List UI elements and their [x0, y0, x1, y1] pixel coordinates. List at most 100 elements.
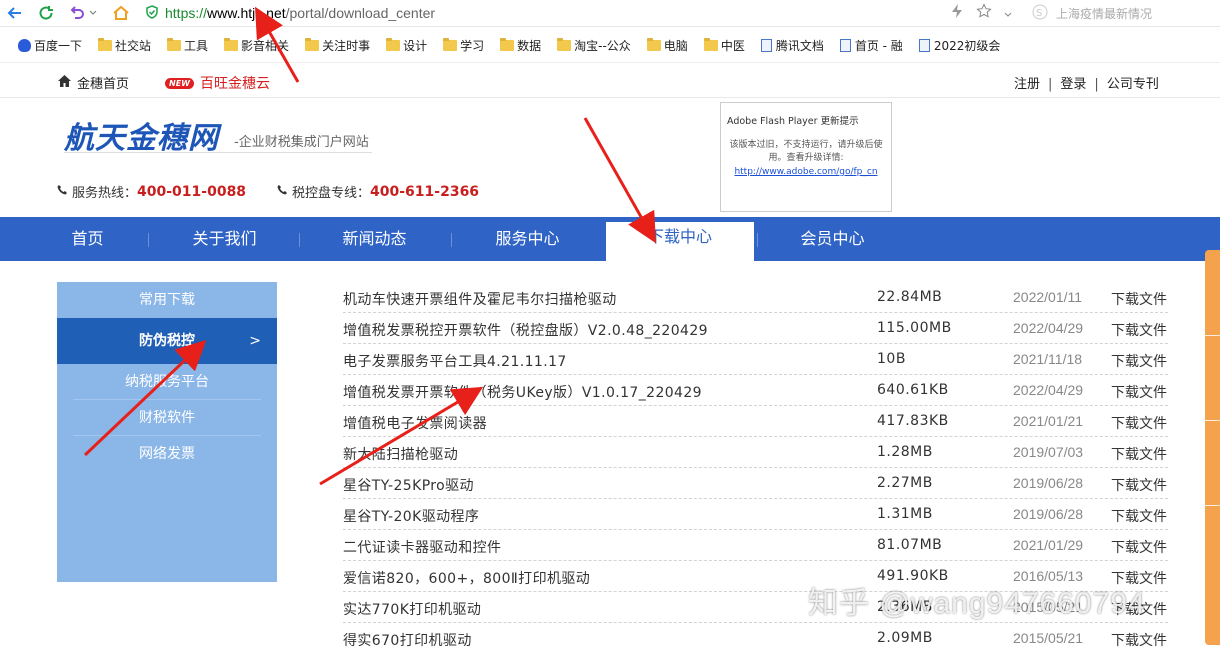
folder-icon [167, 37, 182, 51]
download-category-sidebar: 常用下载 防伪税控 > 纳税服务平台 财税软件 网络发票 [57, 282, 277, 582]
search-input[interactable]: S 上海疫情最新情况 [1032, 2, 1218, 24]
bookmark-item[interactable]: 腾讯文档 [760, 37, 824, 54]
browser-address-bar: https://www.htjs.net/portal/download_cen… [0, 0, 1220, 27]
nav-home[interactable]: 首页 [30, 217, 145, 261]
bookmark-item[interactable]: 关注时事 [305, 37, 370, 54]
file-name[interactable]: 星谷TY-20K驱动程序 [343, 506, 479, 526]
download-file-link[interactable]: 下载文件 [1111, 320, 1167, 340]
download-file-link[interactable]: 下载文件 [1111, 537, 1167, 557]
journal-link[interactable]: 公司专刊 [1107, 77, 1159, 92]
site-top-bar: 金穗首页 NEW 百旺金穗云 注册 | 登录 | 公司专刊 [0, 62, 1220, 98]
file-name[interactable]: 实达770K打印机驱动 [343, 599, 481, 619]
download-file-link[interactable]: 下载文件 [1111, 351, 1167, 371]
sidebar-item-tax-software[interactable]: 财税软件 [73, 400, 261, 436]
flash-link[interactable]: http://www.adobe.com/go/fp_cn [727, 167, 885, 177]
bookmark-item[interactable]: 百度一下 [18, 37, 82, 54]
star-icon[interactable] [976, 3, 992, 23]
bookmark-item[interactable]: 中医 [703, 37, 745, 54]
bookmark-item[interactable]: 淘宝--公众 [557, 37, 631, 54]
file-date: 2022/04/29 [1013, 320, 1084, 336]
lightning-icon[interactable] [950, 3, 964, 23]
home-icon[interactable] [110, 2, 132, 24]
download-row: 电子发票服务平台工具4.21.11.17 10B 2021/11/18 下载文件 [343, 344, 1168, 375]
file-name[interactable]: 增值税发票税控开票软件（税控盘版）V2.0.48_220429 [343, 320, 708, 340]
service-hotline: 服务热线： 400-011-0088 [57, 182, 246, 201]
star-dropdown-icon[interactable] [1004, 4, 1012, 23]
download-file-link[interactable]: 下载文件 [1111, 382, 1167, 402]
file-name[interactable]: 电子发票服务平台工具4.21.11.17 [343, 351, 567, 371]
bookmark-item[interactable]: 2022初级会 [918, 37, 1001, 54]
flash-update-notice: Adobe Flash Player 更新提示 该版本过旧，不支持运行，请升级后… [720, 102, 892, 212]
bookmark-item[interactable]: 学习 [443, 37, 484, 54]
nav-separator [148, 233, 149, 247]
bookmark-label: 数据 [517, 38, 542, 53]
download-file-link[interactable]: 下载文件 [1111, 413, 1167, 433]
bookmark-item[interactable]: 设计 [386, 37, 427, 54]
nav-separator [299, 233, 300, 247]
site-home-link[interactable]: 金穗首页 [58, 73, 129, 92]
sidebar-header[interactable]: 常用下载 [57, 282, 277, 318]
bookmark-item[interactable]: 社交站 [98, 37, 151, 54]
main-nav: 首页 关于我们 新闻动态 服务中心 下载中心 会员中心 [0, 217, 1220, 261]
folder-icon [500, 37, 515, 51]
url-protocol: https:// [165, 5, 208, 21]
undo-icon[interactable] [66, 2, 88, 24]
search-placeholder: 上海疫情最新情况 [1056, 6, 1153, 21]
nav-downloads[interactable]: 下载中心 [606, 222, 754, 261]
logo-divider [64, 152, 372, 153]
download-file-link[interactable]: 下载文件 [1111, 289, 1167, 309]
sidebar-item-anti-counterfeit[interactable]: 防伪税控 > [57, 318, 277, 364]
file-name[interactable]: 新大陆扫描枪驱动 [343, 444, 458, 464]
file-name[interactable]: 增值税电子发票阅读器 [343, 413, 487, 433]
download-row: 增值税电子发票阅读器 417.83KB 2021/01/21 下载文件 [343, 406, 1168, 437]
download-file-link[interactable]: 下载文件 [1111, 506, 1167, 526]
promo-link[interactable]: NEW 百旺金穗云 [165, 73, 270, 93]
nav-members[interactable]: 会员中心 [760, 217, 905, 261]
download-file-link[interactable]: 下载文件 [1111, 444, 1167, 464]
nav-news[interactable]: 新闻动态 [302, 217, 447, 261]
bookmark-item[interactable]: 工具 [167, 37, 208, 54]
bookmark-item[interactable]: 电脑 [646, 37, 688, 54]
bookmark-label: 百度一下 [34, 38, 83, 53]
sidebar-item-tax-service[interactable]: 纳税服务平台 [73, 364, 261, 400]
file-date: 2015/05/21 [1013, 630, 1084, 646]
link-separator: | [1048, 77, 1053, 92]
sidebar-active-label: 防伪税控 [139, 333, 195, 349]
zhihu-watermark: 知乎 @wang947660794 [808, 587, 1146, 620]
url-path: /portal/download_center [285, 5, 436, 21]
bookmark-item[interactable]: 首页 - 融 [839, 37, 903, 54]
undo-dropdown-icon[interactable] [88, 2, 98, 24]
download-row: 机动车快速开票组件及霍尼韦尔扫描枪驱动 22.84MB 2022/01/11 下载文件 [343, 282, 1168, 313]
floating-side-tab[interactable] [1205, 250, 1220, 645]
file-size: 1.28MB [877, 444, 933, 460]
sidebar-item-online-invoice[interactable]: 网络发票 [73, 436, 261, 472]
bookmark-item[interactable]: 数据 [500, 37, 541, 54]
download-file-link[interactable]: 下载文件 [1111, 630, 1167, 649]
file-name[interactable]: 机动车快速开票组件及霍尼韦尔扫描枪驱动 [343, 289, 617, 309]
tax-hotline-label: 税控盘专线： [292, 186, 371, 201]
nav-services[interactable]: 服务中心 [455, 217, 600, 261]
login-link[interactable]: 登录 [1060, 77, 1086, 92]
bookmark-item[interactable]: 影音相关 [224, 37, 289, 54]
nav-about[interactable]: 关于我们 [152, 217, 297, 261]
register-link[interactable]: 注册 [1014, 77, 1040, 92]
file-name[interactable]: 爱信诺820，600+，800Ⅱ打印机驱动 [343, 568, 590, 588]
download-file-link[interactable]: 下载文件 [1111, 475, 1167, 495]
download-row: 增值税发票开票软件（税务UKey版）V1.0.17_220429 640.61KB… [343, 375, 1168, 406]
site-logo[interactable]: 航天金穗网 [64, 113, 219, 157]
back-icon[interactable] [4, 2, 26, 24]
hotline-number: 400-011-0088 [137, 183, 247, 200]
file-name[interactable]: 得实670打印机驱动 [343, 630, 472, 649]
file-name[interactable]: 星谷TY-25KPro驱动 [343, 475, 474, 495]
refresh-icon[interactable] [35, 2, 57, 24]
file-name[interactable]: 二代证读卡器驱动和控件 [343, 537, 501, 557]
search-engine-icon: S [1032, 4, 1048, 23]
file-size: 2.09MB [877, 630, 933, 646]
side-tab-divider [1205, 420, 1220, 421]
download-row: 增值税发票税控开票软件（税控盘版）V2.0.48_220429 115.00MB 2… [343, 313, 1168, 344]
bookmarks-bar: 百度一下 社交站 工具 影音相关 关注时事 设计 学习 数据 淘宝--公众 电脑 中医 腾讯文档 首页 … [0, 33, 1220, 57]
file-name[interactable]: 增值税发票开票软件（税务UKey版）V1.0.17_220429 [343, 382, 702, 402]
folder-icon [703, 37, 718, 51]
bookmark-label: 2022初级会 [933, 38, 1001, 53]
url-field[interactable]: https://www.htjs.net/portal/download_cen… [145, 2, 1025, 24]
